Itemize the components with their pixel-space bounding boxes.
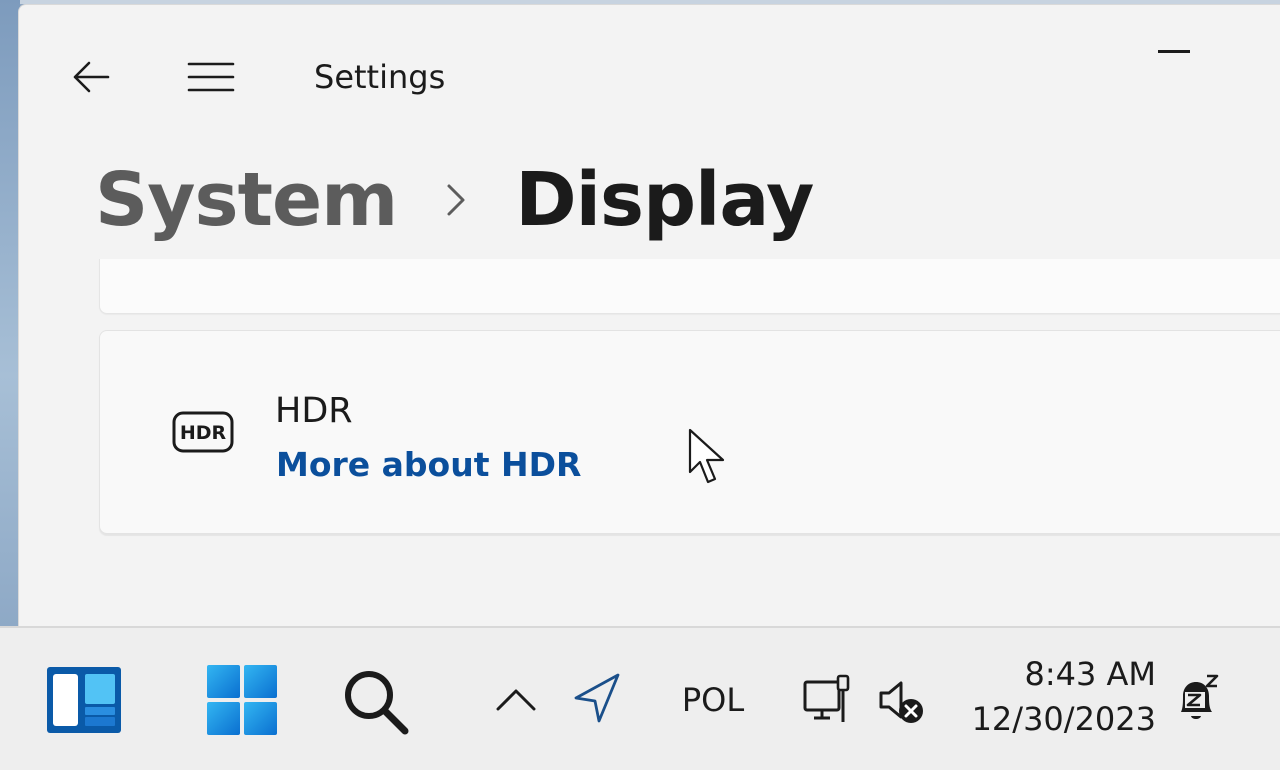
page-title: Display — [515, 157, 814, 243]
notifications-button[interactable] — [1170, 670, 1226, 730]
clock-button[interactable]: 8:43 AM 12/30/2023 — [960, 652, 1156, 742]
chevron-right-icon — [445, 175, 473, 225]
hdr-title: HDR — [275, 391, 353, 431]
network-ethernet-icon — [803, 674, 850, 722]
start-button[interactable] — [204, 664, 280, 736]
volume-button[interactable] — [876, 676, 928, 728]
navigation-menu-button[interactable] — [187, 55, 235, 99]
chevron-up-icon — [496, 689, 536, 711]
hdr-icon-text: HDR — [180, 422, 227, 444]
location-arrow-icon — [574, 673, 620, 723]
more-about-hdr-link[interactable]: More about HDR — [276, 445, 581, 484]
desktop-background — [0, 0, 20, 626]
windows-logo-icon — [207, 665, 277, 735]
location-in-use-button[interactable] — [568, 668, 626, 728]
notification-bell-dnd-icon — [1181, 674, 1219, 719]
taskbar: POL 8:43 AM 12/30/2023 — [0, 626, 1280, 770]
network-button[interactable] — [800, 670, 856, 730]
input-language-button[interactable]: POL — [670, 676, 756, 724]
back-button[interactable] — [69, 55, 113, 99]
clock-time: 8:43 AM — [1024, 655, 1156, 693]
settings-card-partial — [99, 259, 1280, 314]
back-arrow-icon — [73, 61, 110, 93]
app-title: Settings — [314, 58, 446, 96]
hamburger-menu-icon — [187, 62, 235, 92]
search-button[interactable] — [338, 664, 414, 740]
widgets-icon — [47, 667, 121, 733]
breadcrumb-parent-link[interactable]: System — [95, 157, 398, 243]
clock-date: 12/30/2023 — [971, 700, 1156, 738]
mouse-cursor-icon — [688, 428, 728, 486]
hdr-icon: HDR — [172, 411, 234, 453]
settings-window: Settings System Display HDR HDR More abo… — [18, 4, 1280, 627]
show-hidden-icons-button[interactable] — [488, 678, 544, 722]
volume-muted-icon — [879, 681, 923, 723]
search-icon — [345, 671, 409, 735]
widgets-button[interactable] — [44, 664, 124, 736]
minimize-button[interactable] — [1149, 33, 1199, 69]
breadcrumb: System Display — [95, 155, 814, 245]
minimize-icon — [1158, 49, 1190, 53]
